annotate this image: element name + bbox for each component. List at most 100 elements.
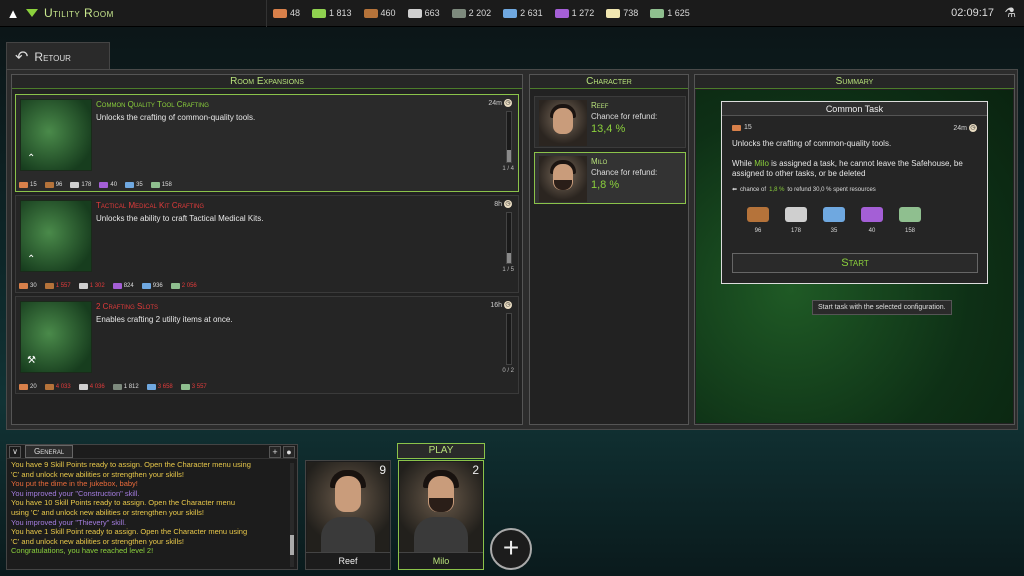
fabric-icon [861,207,883,222]
user-icon[interactable]: ● [283,446,295,458]
task-resource-value: 35 [830,228,838,234]
wood-icon [747,207,769,222]
clock-icon: ◷ [504,99,512,107]
note-text: While [732,159,755,168]
resource-icon [180,384,190,390]
chat-tab-general[interactable]: General [25,445,74,458]
stone-icon [407,8,422,18]
banknotes-icon [650,8,665,18]
cost-value: 35 [136,182,143,188]
cost-item: 4 033 [44,384,71,390]
back-arrow-icon: ↶ [15,48,29,66]
refund-value: 1,8 % [591,179,620,191]
room-title[interactable]: Utility Room [26,6,266,20]
expansion-item[interactable]: ⌃ Tactical Medical Kit Crafting Unlocks … [15,195,519,293]
chat-log: You have 9 Skill Points ready to assign.… [11,460,287,556]
add-chat-tab-icon[interactable]: + [269,446,281,458]
resource-bar: 48 1 813 460 663 2 202 2 631 1 272 738 1 625 [266,0,696,27]
back-button[interactable]: ↶ Retour [6,42,110,70]
start-button[interactable]: Start [732,253,978,273]
cost-item: 35 [125,182,143,188]
expansion-description: Unlocks the ability to craft Tactical Me… [96,214,264,223]
room-expansions-header: Room Expansions [12,75,522,89]
cost-item: 4 036 [78,384,105,390]
resource-icon [141,283,151,289]
task-resource: 40 [861,207,883,234]
resource-value: 1 625 [667,8,690,18]
cost-item: 158 [150,182,172,188]
expansion-title: Common Quality Tool Crafting [96,100,209,109]
task-resource: 158 [899,207,921,234]
resource-counter: 1 813 [306,8,358,18]
resource-counter: 1 625 [644,8,696,18]
cost-item: 1 812 [112,384,139,390]
resource-icon [44,384,54,390]
party-name: Reef [306,552,390,568]
cost-item: 178 [70,182,91,188]
refund-label: Chance for refund: [591,168,658,177]
cost-value: 158 [161,182,172,188]
task-strength-cost: 15 [732,124,752,131]
chat-line: You have 9 Skill Points ready to assign.… [11,460,251,469]
chat-scroll-thumb[interactable] [290,535,294,555]
wood-icon [363,8,378,18]
collapse-chat-icon[interactable]: ∨ [9,445,21,458]
resource-value: 663 [424,8,440,18]
summary-panel: Summary Common Task 15 24m ◷ Unlocks the… [694,74,1015,425]
task-title: Common Task [722,102,987,116]
task-description: Unlocks the crafting of common-quality t… [732,139,892,148]
expansion-thumbnail: ⌃ [20,200,92,272]
party-member-reef[interactable]: 9 Reef [305,460,391,570]
cost-value: 3 557 [191,384,207,390]
cost-item: 40 [99,182,117,188]
top-bar: ▲ Utility Room 48 1 813 460 663 2 202 2 631 1 … [0,0,1024,27]
alembic-icon[interactable]: ⚗ [1004,5,1016,21]
resource-icon [44,182,54,188]
chat-line: You improved your "Construction" skill. [11,488,140,498]
chat-line: You have 1 Skill Point ready to assign. … [11,527,248,537]
expansion-duration: 16h ◷ [490,301,512,309]
expansion-description: Unlocks the crafting of common-quality t… [96,113,256,122]
cost-item: 3 557 [180,384,207,390]
resource-counter: 2 202 [446,8,498,18]
cost-value: 96 [55,182,63,188]
character-card-reef[interactable]: Reef Chance for refund: 13,4 % [534,96,686,148]
refund-text: to refund 30,0 % spent resources [787,186,876,193]
resource-icon [78,283,88,289]
cost-value: 20 [30,384,37,390]
chat-header: ∨ General [7,445,297,459]
task-resource-list: 96 178 35 40 158 [747,207,921,234]
task-resource-value: 158 [904,228,915,234]
cost-value: 40 [110,182,118,188]
task-duration: 24m ◷ [953,124,977,132]
chat-line: You put the dime in the jukebox, baby! [11,479,138,489]
resource-icon [112,283,122,289]
resource-counter: 663 [402,8,446,18]
resource-counter: 48 [267,8,306,18]
cost-value: 30 [30,283,37,289]
resource-value: 1 813 [329,8,352,18]
chat-line: using 'C' and unlock new abilities or st… [11,507,204,517]
play-button[interactable]: PLAY [397,443,485,459]
add-character-button[interactable]: + [490,528,532,570]
expansion-item[interactable]: ⚒ 2 Crafting Slots Enables crafting 2 ut… [15,296,519,394]
cost-value: 3 658 [157,384,173,390]
stone-icon [785,207,807,222]
resource-counter: 2 631 [497,8,549,18]
expansion-progress-text: 1 / 5 [502,267,514,273]
party-member-milo[interactable]: 2 Milo [398,460,484,570]
task-resource: 96 [747,207,769,234]
cash-icon [312,8,327,18]
resource-icon [19,384,28,390]
expansion-duration: 8h ◷ [494,200,512,208]
summary-header: Summary [695,75,1014,89]
character-card-milo[interactable]: Milo Chance for refund: 1,8 % [534,152,686,204]
chat-line: You improved your "Thievery" skill. [11,517,127,527]
fabric-icon [554,8,569,18]
task-assignment-note: While Milo is assigned a task, he cannot… [732,159,982,179]
resource-icon [19,182,28,188]
expansion-item[interactable]: ⌃ Common Quality Tool Crafting Unlocks t… [15,94,519,192]
expansion-cost-row: 30 1 557 1 302 824 936 2 056 [19,283,197,289]
home-menu-icon[interactable]: ▲ [0,0,26,27]
cost-value: 4 036 [89,384,105,390]
